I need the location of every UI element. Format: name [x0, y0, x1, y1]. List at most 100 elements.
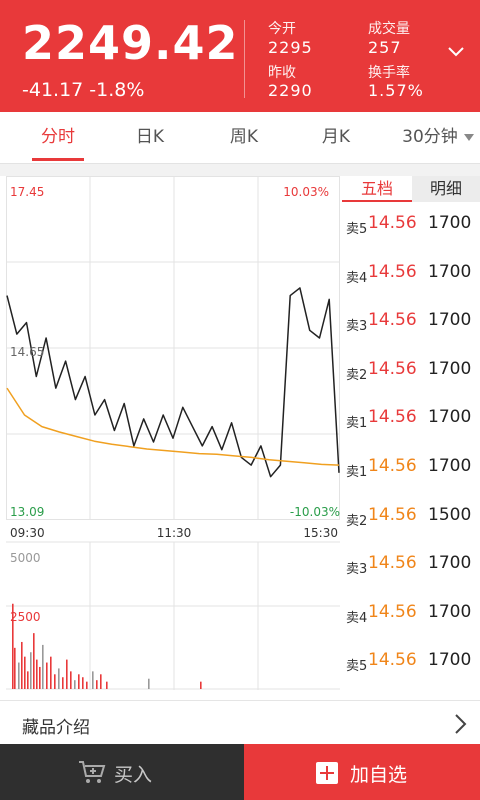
header-divider: [244, 20, 245, 98]
tab-daily-k[interactable]: 日K: [116, 112, 184, 164]
chevron-right-icon: [455, 714, 467, 734]
section-gap: [0, 164, 480, 176]
volume-bar: [92, 671, 94, 689]
orderbook-row: 卖2 14.56 1500: [346, 504, 480, 534]
bottom-action-bar: 买入 加自选: [0, 744, 480, 800]
orderbook-price: 14.56: [368, 650, 417, 671]
average-line: [6, 387, 340, 466]
stat-label-prev-close: 昨收: [268, 65, 296, 81]
orderbook-row: 卖4 14.56 1700: [346, 601, 480, 631]
orderbook-quantity: 1700: [428, 456, 472, 476]
orderbook-level-label: 卖1: [346, 416, 368, 432]
volume-bar: [50, 656, 52, 689]
orderbook-price: 14.56: [368, 456, 417, 476]
add-watchlist-button[interactable]: 加自选: [244, 744, 480, 800]
orderbook-level-label: 卖4: [346, 270, 368, 286]
volume-bar: [18, 662, 20, 689]
orderbook-price: 14.56: [368, 407, 417, 428]
tab-weekly-k[interactable]: 周K: [210, 112, 278, 164]
tab-details[interactable]: 明细: [412, 176, 480, 202]
intro-label: 藏品介绍: [22, 718, 90, 738]
orderbook-level-label: 卖3: [346, 562, 368, 578]
volume-bar: [54, 674, 56, 689]
orderbook-row: 卖5 14.56 1700: [346, 649, 480, 679]
orderbook-level-label: 卖3: [346, 319, 368, 335]
orderbook-quantity: 1700: [428, 358, 472, 379]
volume-bar: [78, 674, 80, 689]
stat-value-volume: 257: [368, 38, 402, 57]
orderbook-row: 卖3 14.56 1700: [346, 552, 480, 582]
volume-bar: [106, 681, 108, 689]
volume-bar: [24, 656, 26, 689]
volume-bar: [42, 644, 44, 689]
volume-bar: [27, 671, 29, 689]
caret-down-icon: [464, 134, 474, 141]
volume-mid-label: 2500: [10, 610, 41, 624]
volume-max-label: 5000: [10, 551, 41, 565]
time-label-open: 09:30: [10, 526, 45, 540]
volume-bar: [58, 668, 60, 689]
orderbook-tabs: 五档 明细: [342, 176, 480, 202]
tab-five-levels[interactable]: 五档: [342, 176, 412, 202]
tab-30min[interactable]: 30分钟: [398, 112, 462, 164]
orderbook-quantity: 1700: [428, 261, 472, 282]
volume-bar: [39, 666, 41, 689]
volume-bar: [70, 671, 72, 689]
volume-bar: [66, 659, 68, 689]
tab-monthly-k[interactable]: 月K: [302, 112, 370, 164]
chart-min-price: 13.09: [10, 505, 44, 519]
orderbook-price: 14.56: [368, 553, 417, 574]
volume-bar: [36, 659, 38, 689]
orderbook-row: 卖2 14.56 1700: [346, 358, 480, 388]
chart-grid: [6, 176, 340, 690]
stat-value-prev-close: 2290: [268, 81, 313, 100]
chart-period-tabs: 分时 日K 周K 月K 30分钟: [0, 112, 480, 164]
chart-mid-price: 14.65: [10, 345, 44, 359]
orderbook-quantity: 1500: [428, 504, 472, 525]
orderbook-quantity: 1700: [428, 553, 472, 574]
intraday-chart[interactable]: 17.45 10.03% 14.65 13.09 -10.03% 09:30 1…: [6, 176, 340, 690]
volume-bar: [21, 641, 23, 689]
price-line: [6, 287, 340, 478]
volume-bar: [86, 681, 88, 689]
stat-label-open: 今开: [268, 21, 296, 37]
volume-bar: [62, 677, 64, 689]
current-price: 2249.42: [22, 16, 239, 70]
orderbook-row: 卖4 14.56 1700: [346, 261, 480, 291]
orderbook-price: 14.56: [368, 601, 417, 622]
orderbook-level-label: 卖4: [346, 610, 368, 626]
time-label-midday: 11:30: [157, 526, 192, 540]
time-label-close: 15:30: [303, 526, 338, 540]
orderbook-price: 14.56: [368, 310, 417, 331]
add-watchlist-label: 加自选: [350, 764, 408, 786]
volume-bar: [14, 647, 16, 689]
orderbook-quantity: 1700: [428, 310, 472, 331]
orderbook-level-label: 卖2: [346, 513, 368, 529]
chart-min-pct: -10.03%: [290, 505, 340, 519]
orderbook-quantity: 1700: [428, 407, 472, 428]
orderbook-price: 14.56: [368, 358, 417, 379]
stat-value-turnover: 1.57%: [368, 81, 424, 100]
price-change: -41.17 -1.8%: [22, 79, 145, 101]
buy-button[interactable]: 买入: [0, 744, 244, 800]
volume-bar: [148, 678, 150, 689]
orderbook-level-label: 卖5: [346, 659, 368, 675]
volume-bar: [33, 633, 35, 689]
volume-bar: [200, 681, 202, 689]
volume-bar: [100, 674, 102, 689]
orderbook-level-label: 卖5: [346, 222, 368, 237]
intro-row[interactable]: 藏品介绍: [0, 700, 480, 744]
chart-max-pct: 10.03%: [283, 185, 329, 199]
volume-bar: [74, 680, 76, 689]
orderbook-row: 卖3 14.56 1700: [346, 309, 480, 339]
orderbook-row: 卖5 14.56 1700: [346, 212, 480, 242]
orderbook-quantity: 1700: [428, 650, 472, 671]
orderbook-level-label: 卖1: [346, 465, 368, 480]
buy-button-label: 买入: [114, 764, 153, 786]
tab-intraday[interactable]: 分时: [24, 112, 92, 164]
orderbook-price: 14.56: [368, 261, 417, 282]
orderbook-price: 14.56: [368, 504, 417, 525]
orderbook-price: 14.56: [368, 213, 417, 233]
volume-bar: [46, 662, 48, 689]
chevron-down-icon[interactable]: [446, 44, 466, 60]
